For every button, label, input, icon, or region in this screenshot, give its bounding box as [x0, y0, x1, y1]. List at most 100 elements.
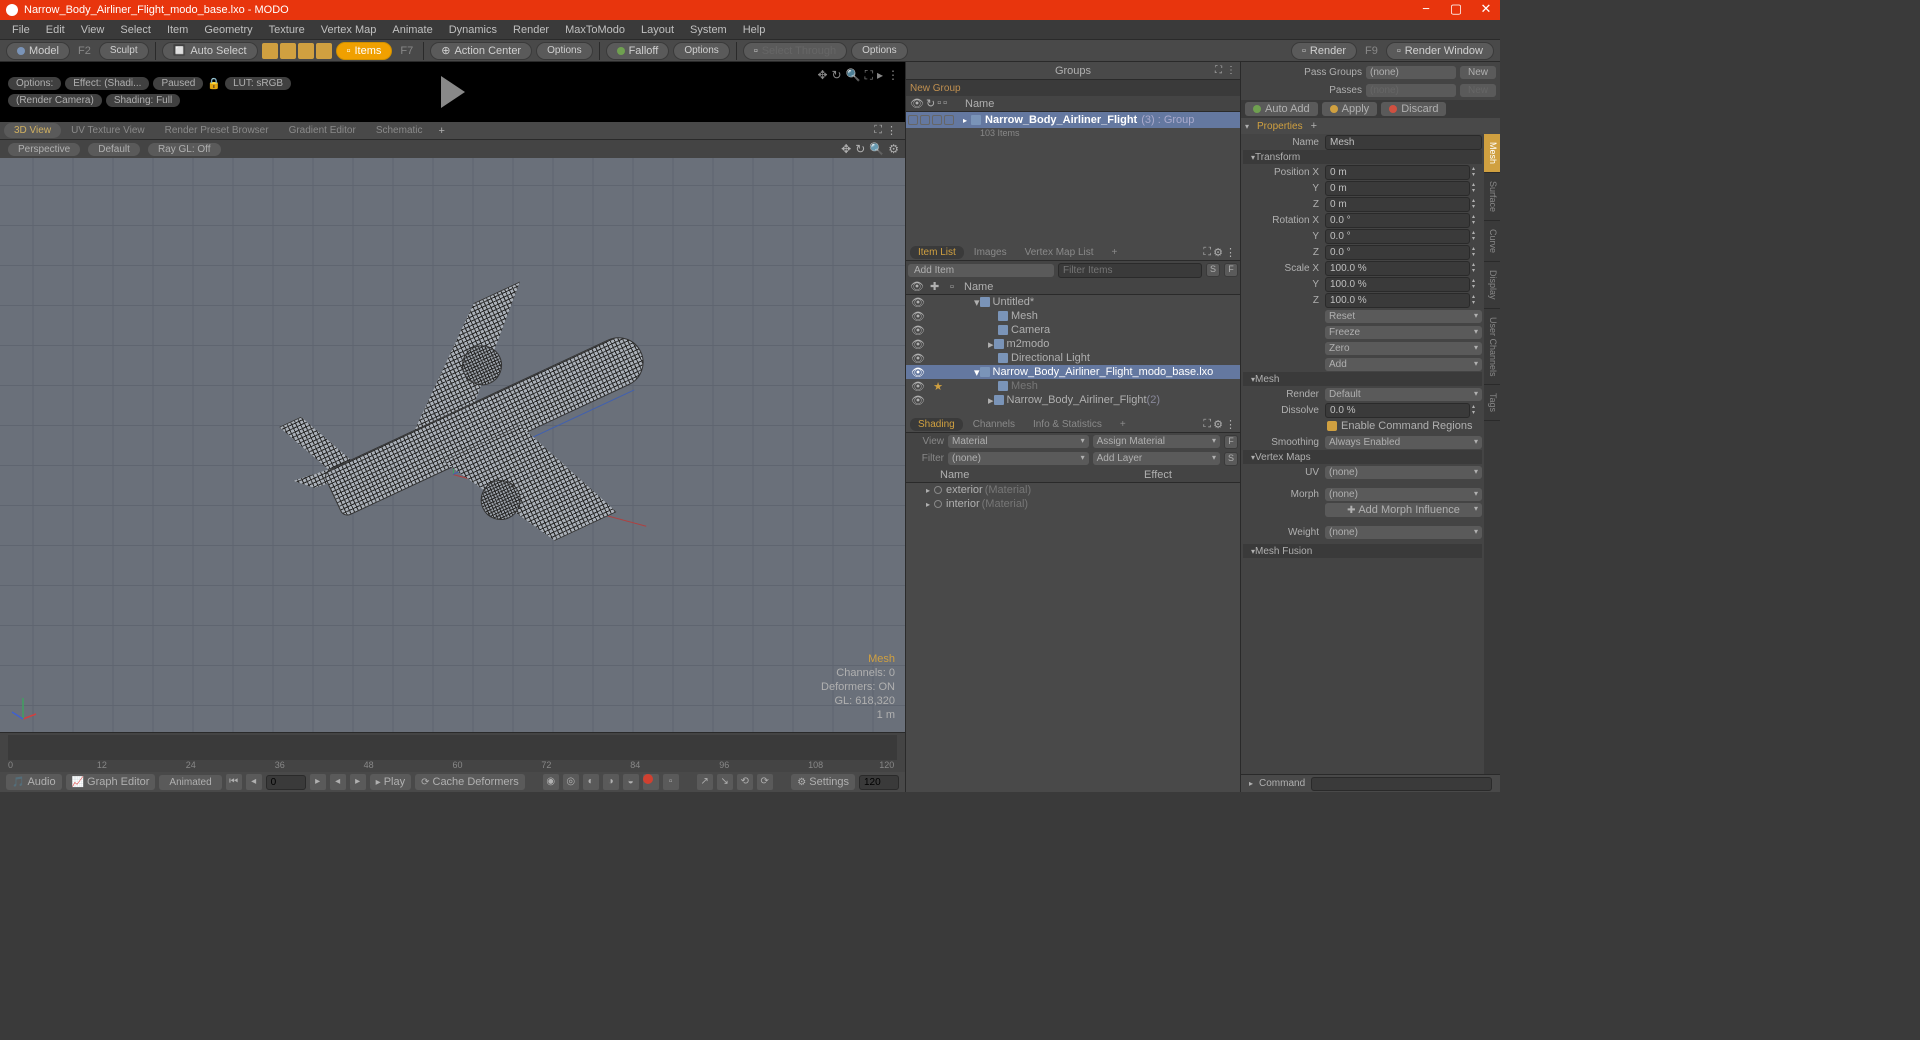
tree-arrow[interactable]: ▾ [974, 366, 980, 379]
expand-icon[interactable]: ⛶ [1203, 246, 1211, 259]
freeze-select[interactable]: Freeze [1325, 326, 1482, 339]
pos-y-input[interactable] [1325, 181, 1470, 196]
pan-icon[interactable]: ✥ [817, 68, 827, 83]
discard-button[interactable]: Discard [1381, 102, 1446, 116]
mesh-section[interactable]: Mesh [1243, 372, 1482, 386]
cmd-regions-checkbox[interactable] [1327, 421, 1337, 431]
preview-effect[interactable]: Effect: (Shadi... [65, 77, 149, 90]
transform-section[interactable]: Transform [1243, 150, 1482, 164]
menu-maxtomodo[interactable]: MaxToModo [557, 20, 633, 39]
pos-x-input[interactable] [1325, 165, 1470, 180]
passes-select[interactable]: (none) [1366, 84, 1456, 97]
zoom-icon[interactable]: 🔍 [846, 68, 861, 83]
zoom-icon[interactable]: 🔍 [869, 142, 884, 156]
current-frame-input[interactable] [266, 775, 306, 790]
eye-icon[interactable]: 👁 [908, 380, 928, 393]
new-group-button[interactable]: New Group [906, 80, 1240, 96]
options-button-3[interactable]: Options [851, 42, 907, 60]
rot-z-input[interactable] [1325, 245, 1470, 260]
menu-view[interactable]: View [73, 20, 113, 39]
tab-info[interactable]: Info & Statistics [1025, 418, 1110, 431]
menu-system[interactable]: System [682, 20, 735, 39]
options-button-1[interactable]: Options [536, 42, 592, 60]
close-button[interactable]: ✕ [1478, 2, 1494, 18]
eye-icon[interactable]: 👁 [908, 394, 928, 407]
s-button[interactable]: S [1224, 452, 1238, 466]
expand-icon[interactable]: ⛶ [1215, 65, 1222, 76]
assign-material-button[interactable]: Assign Material [1093, 435, 1220, 448]
material-row[interactable]: ▸interior(Material) [906, 497, 1240, 511]
tab-add[interactable]: + [1311, 120, 1317, 132]
gear-icon[interactable]: ⚙ [1213, 246, 1223, 259]
command-input[interactable] [1311, 777, 1492, 791]
item-row[interactable]: 👁 Mesh [906, 309, 1240, 323]
menu-file[interactable]: File [4, 20, 38, 39]
menu-icon[interactable]: ⋮ [1225, 418, 1236, 431]
menu-animate[interactable]: Animate [384, 20, 440, 39]
preview-shading[interactable]: Shading: Full [106, 94, 180, 107]
group-row[interactable]: ▸Narrow_Body_Airliner_Flight (3) : Group [906, 112, 1240, 128]
auto-add-button[interactable]: Auto Add [1245, 102, 1318, 116]
menu-select[interactable]: Select [112, 20, 159, 39]
graph-editor-button[interactable]: 📈 Graph Editor [66, 774, 156, 790]
timeline-track[interactable] [8, 735, 897, 760]
menu-help[interactable]: Help [735, 20, 774, 39]
menu-vertex-map[interactable]: Vertex Map [313, 20, 385, 39]
next-key-button[interactable]: ▸ [310, 774, 326, 790]
preview-paused[interactable]: Paused [153, 77, 203, 90]
morph-select[interactable]: (none) [1325, 488, 1482, 501]
item-row[interactable]: 👁▸ m2modo [906, 337, 1240, 351]
tab-properties[interactable]: Properties [1249, 120, 1311, 133]
falloff-button[interactable]: Falloff [606, 42, 670, 60]
timeline-ruler[interactable]: 0 12 24 36 48 60 72 84 96 108 120 [8, 760, 897, 772]
tl-icon3[interactable]: ◐ [583, 774, 599, 790]
scale-z-input[interactable] [1325, 293, 1470, 308]
eye-icon[interactable]: 👁 [908, 324, 928, 337]
view-select[interactable]: Material [948, 435, 1089, 448]
menu-texture[interactable]: Texture [261, 20, 313, 39]
lock-icon[interactable]: 🔒 [207, 77, 221, 90]
cache-deformers-button[interactable]: ⟳ Cache Deformers [415, 774, 525, 790]
settings-button[interactable]: ⚙ Settings [791, 774, 855, 790]
gear-icon[interactable]: ⚙ [1213, 418, 1223, 431]
animated-select[interactable]: Animated [159, 775, 221, 790]
rot-y-input[interactable] [1325, 229, 1470, 244]
rot-x-input[interactable] [1325, 213, 1470, 228]
tab-shading[interactable]: Shading [910, 418, 963, 431]
weight-select[interactable]: (none) [1325, 526, 1482, 539]
action-center-button[interactable]: ⊕Action Center [430, 42, 532, 60]
play-icon[interactable] [441, 76, 465, 108]
side-tab-surface[interactable]: Surface [1484, 173, 1500, 221]
uv-select[interactable]: (none) [1325, 466, 1482, 479]
tl-icon2[interactable]: ◎ [563, 774, 579, 790]
tab-render-preset[interactable]: Render Preset Browser [155, 123, 279, 138]
menu-layout[interactable]: Layout [633, 20, 682, 39]
tab-add[interactable]: + [1112, 418, 1134, 431]
menu-icon[interactable]: ⋮ [882, 124, 901, 137]
poly-mode-icon[interactable] [298, 43, 314, 59]
item-row[interactable]: 👁★ Mesh [906, 379, 1240, 393]
side-tab-tags[interactable]: Tags [1484, 385, 1500, 421]
item-row[interactable]: 👁▾ Untitled* [906, 295, 1240, 309]
mesh-fusion-section[interactable]: Mesh Fusion [1243, 544, 1482, 558]
vertex-maps-section[interactable]: Vertex Maps [1243, 450, 1482, 464]
reset-select[interactable]: Reset [1325, 310, 1482, 323]
tab-schematic[interactable]: Schematic [366, 123, 433, 138]
f-button[interactable]: F [1224, 435, 1238, 449]
menu-dynamics[interactable]: Dynamics [441, 20, 505, 39]
vertex-mode-icon[interactable] [262, 43, 278, 59]
tree-arrow[interactable]: ▸ [988, 338, 994, 351]
tab-3d-view[interactable]: 3D View [4, 123, 61, 138]
scale-x-input[interactable] [1325, 261, 1470, 276]
item-row[interactable]: 👁 Camera [906, 323, 1240, 337]
tab-item-list[interactable]: Item List [910, 246, 964, 259]
item-row[interactable]: 👁▸ Narrow_Body_Airliner_Flight (2) [906, 393, 1240, 407]
raygl-select[interactable]: Ray GL: Off [148, 143, 221, 156]
tl-icon1[interactable]: ◉ [543, 774, 559, 790]
options-button-2[interactable]: Options [673, 42, 729, 60]
menu-icon[interactable]: ⋮ [887, 68, 899, 83]
sculpt-button[interactable]: Sculpt [99, 42, 149, 60]
side-tab-mesh[interactable]: Mesh [1484, 134, 1500, 173]
viewport-3d[interactable]: Mesh Channels: 0 Deformers: ON GL: 618,3… [0, 158, 905, 732]
tab-vertex-maps[interactable]: Vertex Map List [1017, 246, 1102, 259]
